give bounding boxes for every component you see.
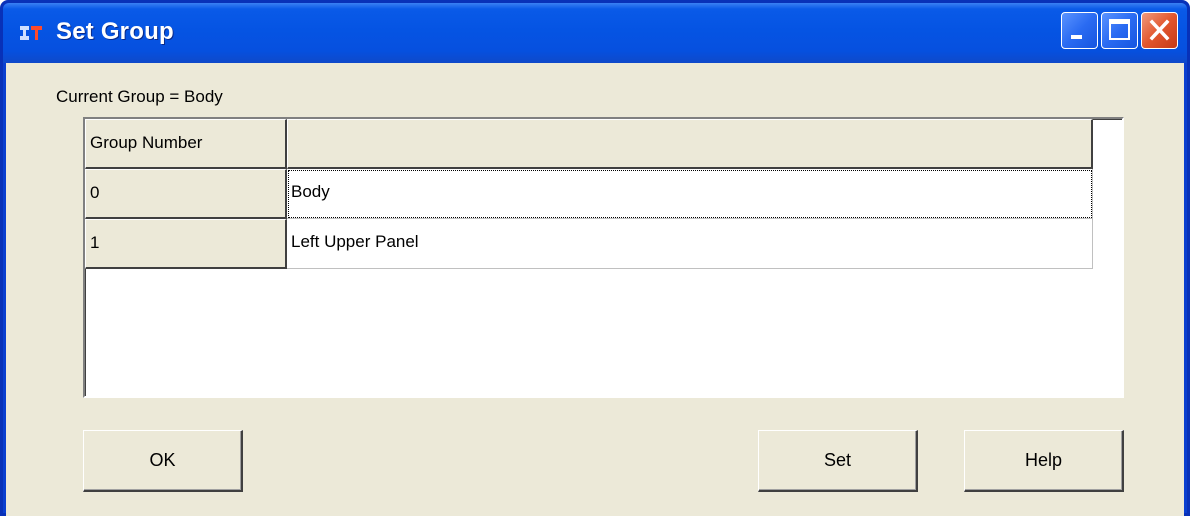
row-header-number[interactable]: 1	[85, 219, 287, 269]
title-bar[interactable]: Set Group	[3, 3, 1187, 63]
row-header-number[interactable]: 0	[85, 169, 287, 219]
app-icon	[20, 26, 42, 40]
group-name-cell[interactable]: Left Upper Panel	[287, 219, 1093, 269]
current-group-label: Current Group = Body	[56, 87, 223, 106]
column-header-group-number[interactable]: Group Number	[85, 119, 287, 169]
close-button[interactable]	[1141, 12, 1178, 49]
set-button[interactable]: Set	[758, 430, 918, 492]
minimize-button[interactable]	[1061, 12, 1098, 49]
maximize-icon	[1109, 19, 1130, 40]
window-title: Set Group	[56, 18, 174, 45]
maximize-button[interactable]	[1101, 12, 1138, 49]
dialog-body: Current Group = Body Group Number 0 Body…	[6, 63, 1184, 516]
help-button[interactable]: Help	[964, 430, 1124, 492]
group-grid[interactable]: Group Number 0 Body 1 Left Upper Panel	[83, 117, 1124, 398]
group-name-cell[interactable]: Body	[287, 169, 1093, 219]
ok-button[interactable]: OK	[83, 430, 243, 492]
set-group-window: Set Group Current Group = Body Group Num…	[0, 0, 1190, 516]
close-icon	[1149, 19, 1170, 41]
column-header-name[interactable]	[287, 119, 1093, 169]
minimize-icon	[1071, 35, 1082, 39]
